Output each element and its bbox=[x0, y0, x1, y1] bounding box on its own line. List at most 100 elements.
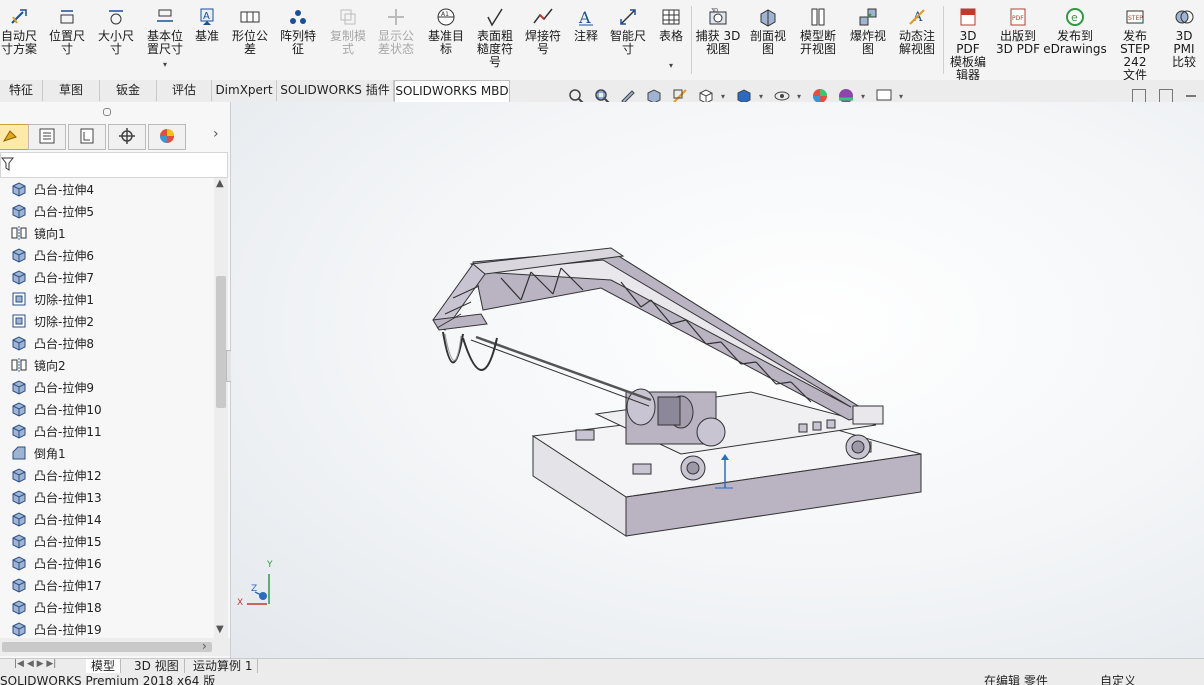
tree-item[interactable]: 凸台-拉伸8 bbox=[10, 332, 94, 354]
chevron-down-icon[interactable]: ▾ bbox=[669, 59, 673, 72]
tree-item[interactable]: 凸台-拉伸10 bbox=[10, 398, 102, 420]
weld-symbol-button[interactable]: 焊接符 号 bbox=[521, 6, 565, 56]
tree-item[interactable]: 凸台-拉伸7 bbox=[10, 266, 94, 288]
show-tolerance-status-icon bbox=[385, 6, 407, 28]
extrude-feature-icon bbox=[10, 202, 28, 220]
window-tile-left-icon[interactable] bbox=[1132, 89, 1146, 103]
pattern-feature-button[interactable]: 阵列特 征 bbox=[276, 6, 320, 56]
scroll-up-icon[interactable]: ▲ bbox=[216, 178, 224, 189]
tab-dimxpert[interactable]: DimXpert bbox=[212, 80, 277, 101]
window-tile-right-icon[interactable] bbox=[1159, 89, 1173, 103]
tree-item[interactable]: 凸台-拉伸12 bbox=[10, 464, 102, 486]
tree-item[interactable]: 凸台-拉伸11 bbox=[10, 420, 102, 442]
graphics-area[interactable]: X Y Z bbox=[231, 102, 1204, 658]
tree-item[interactable]: 凸台-拉伸4 bbox=[10, 178, 94, 200]
auto-dimension-button[interactable]: 自动尺 寸方案 bbox=[0, 6, 38, 56]
3d-pdf-template-editor-button[interactable]: 3D PDF 模板编 辑器 bbox=[946, 6, 990, 82]
capture-3d-view-button[interactable]: 3D 捕获 3D 视图 bbox=[695, 6, 741, 56]
tree-item[interactable]: 镜向2 bbox=[10, 354, 66, 376]
tree-item[interactable]: 凸台-拉伸15 bbox=[10, 530, 102, 552]
tab-sheet-metal[interactable]: 钣金 bbox=[100, 80, 157, 101]
chevron-down-icon[interactable]: ▾ bbox=[861, 92, 869, 101]
tab-3d-view[interactable]: 3D 视图 bbox=[129, 659, 185, 673]
exploded-view-button[interactable]: 爆炸视 图 bbox=[846, 6, 890, 56]
tree-item[interactable]: 切除-拉伸1 bbox=[10, 288, 94, 310]
publish-3d-pdf-button[interactable]: PDF 出版到 3D PDF bbox=[995, 6, 1041, 56]
geometric-tolerance-button[interactable]: 形位公 差 bbox=[228, 6, 272, 56]
tree-item-label: 凸台-拉伸15 bbox=[34, 534, 102, 549]
tree-item[interactable]: 凸台-拉伸9 bbox=[10, 376, 94, 398]
location-dimension-button[interactable]: 位置尺 寸 bbox=[45, 6, 89, 56]
tab-solidworks-addins[interactable]: SOLIDWORKS 插件 bbox=[277, 80, 394, 101]
extrude-feature-icon bbox=[10, 620, 28, 638]
capture-3d-view-label: 捕获 3D 视图 bbox=[695, 29, 741, 56]
tab-solidworks-mbd[interactable]: SOLIDWORKS MBD bbox=[394, 80, 510, 103]
tree-item[interactable]: 切除-拉伸2 bbox=[10, 310, 94, 332]
surface-finish-button[interactable]: 表面粗 糙度符 号 bbox=[473, 6, 517, 69]
smart-dimension-button[interactable]: 智能尺 寸 bbox=[606, 6, 650, 56]
tree-item[interactable]: 凸台-拉伸19 bbox=[10, 618, 102, 638]
show-tolerance-status-button[interactable]: 显示公 差状态 bbox=[374, 6, 418, 56]
note-button[interactable]: A 注释 bbox=[570, 6, 602, 43]
tree-item[interactable]: 凸台-拉伸17 bbox=[10, 574, 102, 596]
tab-model[interactable]: 模型 bbox=[86, 659, 122, 673]
tree-item[interactable]: 凸台-拉伸14 bbox=[10, 508, 102, 530]
tab-sketch[interactable]: 草图 bbox=[43, 80, 100, 101]
tree-item[interactable]: 凸台-拉伸6 bbox=[10, 244, 94, 266]
copy-scheme-button[interactable]: 复制模 式 bbox=[326, 6, 370, 56]
panel-close-icon[interactable] bbox=[1186, 95, 1196, 97]
tree-item[interactable]: 凸台-拉伸5 bbox=[10, 200, 94, 222]
chevron-down-icon[interactable]: ▾ bbox=[163, 58, 167, 71]
chevron-down-icon[interactable]: ▾ bbox=[899, 92, 907, 101]
scroll-right-icon[interactable]: › bbox=[202, 639, 207, 653]
configuration-manager-tab[interactable] bbox=[68, 124, 106, 150]
panel-splitter-handle[interactable] bbox=[103, 108, 111, 116]
pattern-feature-label: 阵列特 征 bbox=[279, 29, 316, 56]
tree-item[interactable]: 凸台-拉伸16 bbox=[10, 552, 102, 574]
tab-evaluate[interactable]: 评估 bbox=[157, 80, 212, 101]
status-units-custom[interactable]: 自定义 bbox=[1100, 675, 1136, 685]
dimxpert-manager-tab[interactable] bbox=[108, 124, 146, 150]
size-dimension-button[interactable]: 大小尺 寸 bbox=[94, 6, 138, 56]
chevron-down-icon[interactable]: ▾ bbox=[797, 92, 805, 101]
datum-target-button[interactable]: A1 基准目 标 bbox=[424, 6, 468, 56]
copy-scheme-icon bbox=[337, 6, 359, 28]
dynamic-annotation-view-button[interactable]: A 动态注 解视图 bbox=[894, 6, 940, 56]
tab-nav-first-icon[interactable]: |◀ ◀ ▶ ▶| bbox=[14, 659, 56, 669]
model-break-view-button[interactable]: 模型断 开视图 bbox=[795, 6, 841, 56]
section-view-button[interactable]: 剖面视 图 bbox=[746, 6, 790, 56]
feature-tree-vertical-scrollbar[interactable]: ▲ ▼ bbox=[214, 178, 228, 638]
svg-text:e: e bbox=[1071, 11, 1078, 24]
scroll-down-icon[interactable]: ▼ bbox=[216, 624, 224, 635]
location-dimension-icon bbox=[56, 6, 78, 28]
crane-model[interactable] bbox=[231, 102, 1204, 658]
tab-features[interactable]: 特征 bbox=[0, 80, 43, 101]
chevron-right-icon[interactable]: › bbox=[213, 126, 219, 142]
feature-manager-tab[interactable] bbox=[0, 124, 30, 150]
property-manager-tab[interactable] bbox=[28, 124, 66, 150]
tree-item[interactable]: 凸台-拉伸18 bbox=[10, 596, 102, 618]
tree-item-label: 凸台-拉伸5 bbox=[34, 204, 94, 219]
table-button[interactable]: 表格 ▾ bbox=[655, 6, 687, 72]
feature-tree-filter[interactable] bbox=[0, 152, 228, 178]
cut-feature-icon bbox=[10, 312, 28, 330]
tree-item-label: 凸台-拉伸8 bbox=[34, 336, 94, 351]
step-242-button[interactable]: STEP 发布 STEP 242 文件 bbox=[1110, 6, 1160, 82]
scroll-thumb[interactable] bbox=[2, 642, 212, 652]
display-manager-tab[interactable] bbox=[148, 124, 186, 150]
tab-motion-study[interactable]: 运动算例 1 bbox=[188, 659, 259, 673]
feature-tree-horizontal-scrollbar[interactable]: › bbox=[0, 638, 230, 656]
datum-button[interactable]: A 基准 bbox=[191, 6, 223, 43]
datum-label: 基准 bbox=[194, 29, 219, 43]
scroll-thumb[interactable] bbox=[216, 276, 226, 408]
tree-item[interactable]: 凸台-拉伸13 bbox=[10, 486, 102, 508]
size-dimension-label: 大小尺 寸 bbox=[97, 29, 134, 56]
tree-item[interactable]: 倒角1 bbox=[10, 442, 66, 464]
chevron-down-icon[interactable]: ▾ bbox=[721, 92, 729, 101]
3d-pmi-compare-button[interactable]: 3D PMI 比较 bbox=[1164, 6, 1204, 69]
basic-location-dimension-button[interactable]: 基本位 置尺寸 ▾ bbox=[143, 6, 187, 71]
dynamic-annotation-view-icon: A bbox=[906, 6, 928, 28]
tree-item[interactable]: 镜向1 bbox=[10, 222, 66, 244]
edrawings-button[interactable]: e 发布到 eDrawings bbox=[1043, 6, 1107, 56]
chevron-down-icon[interactable]: ▾ bbox=[759, 92, 767, 101]
